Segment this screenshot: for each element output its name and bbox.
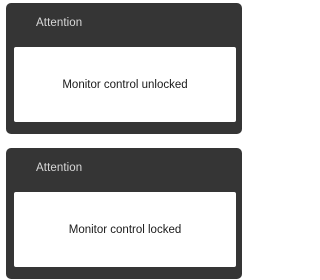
unlocked-attention-dialog: Attention Monitor control unlocked [6,3,242,134]
dialog-title: Attention [36,162,83,174]
dialog-title: Attention [36,17,83,29]
dialog-message: Monitor control locked [68,223,182,236]
locked-attention-dialog: Attention Monitor control locked [6,148,242,279]
dialog-message: Monitor control unlocked [62,78,188,91]
message-panel: Monitor control unlocked [14,47,236,122]
message-panel: Monitor control locked [14,192,236,267]
